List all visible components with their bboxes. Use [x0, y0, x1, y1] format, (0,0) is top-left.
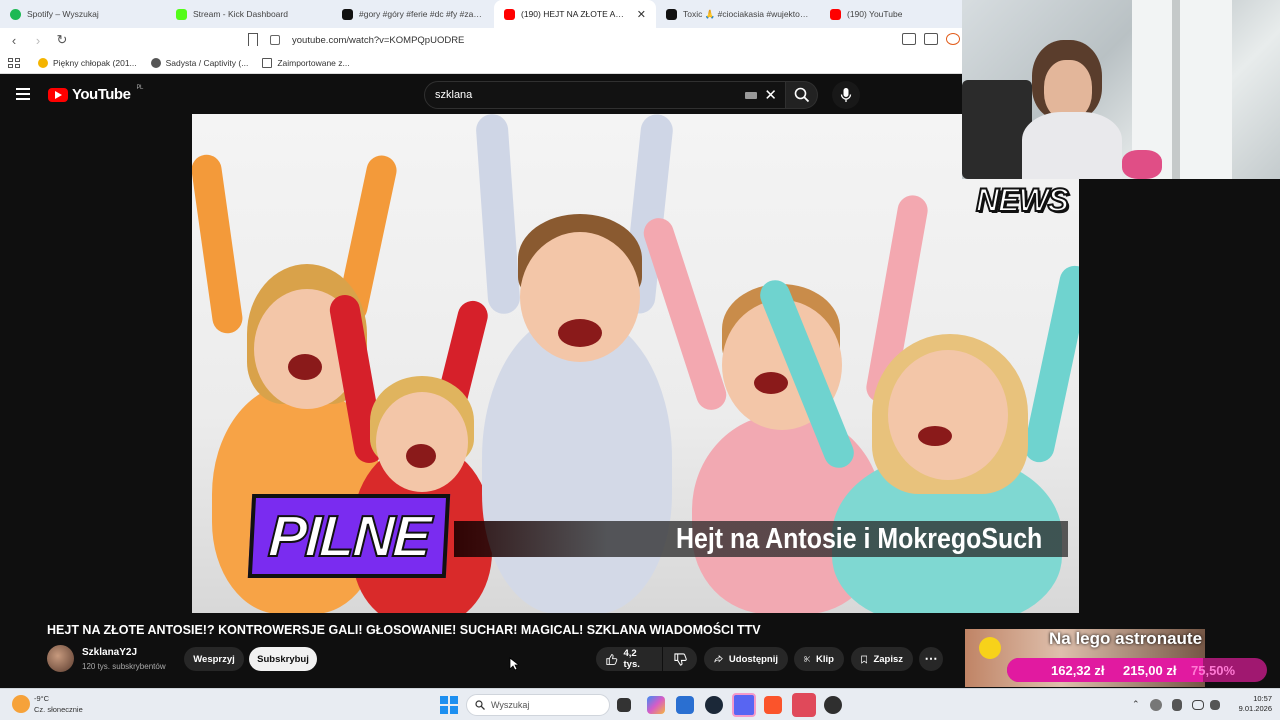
youtube-logo[interactable]: YouTube PL — [48, 85, 143, 103]
search-input[interactable]: szklana ✕ — [424, 81, 786, 109]
scissors-icon — [804, 656, 810, 662]
goal-target: 215,00 zł — [1123, 663, 1177, 678]
like-button[interactable]: 4,2 tys. — [596, 647, 662, 671]
share-arrow-icon — [714, 655, 723, 663]
ticker-bar: Hejt na Antosie i MokregoSuch — [454, 521, 1068, 557]
discord-icon[interactable] — [732, 693, 756, 717]
thumbs-down-icon — [673, 652, 687, 666]
site-info-icon[interactable] — [270, 35, 280, 45]
save-button[interactable]: Zapisz — [851, 647, 913, 671]
reload-icon[interactable]: ↻ — [52, 30, 72, 50]
windows-start-icon[interactable] — [440, 696, 458, 714]
tab-kick[interactable]: Stream - Kick Dashboard — [166, 0, 332, 28]
spotify-icon — [10, 8, 21, 20]
voice-search-button[interactable] — [832, 81, 860, 109]
back-icon[interactable]: ‹ — [4, 30, 24, 50]
video-player[interactable]: NEWS Hejt na Antosie i MokregoSuch PILNE — [192, 114, 1079, 613]
subscriber-count: 120 tys. subskrybentów — [82, 662, 166, 671]
thumbs-up-icon — [606, 653, 618, 665]
obs-icon[interactable] — [824, 696, 842, 714]
weather-icon[interactable] — [12, 695, 30, 713]
donation-goal-widget: Na lego astronaute 162,32 zł 215,00 zł 7… — [955, 629, 1275, 687]
ticker-text: Hejt na Antosie i MokregoSuch — [676, 523, 1043, 555]
windows-taskbar: -9°C Cz. słonecznie Wyszukaj ⌃ 10:57 9.0… — [0, 688, 1280, 720]
kick-icon — [176, 8, 187, 20]
bookmark-save-icon — [861, 655, 868, 664]
goal-current: 162,32 zł — [1051, 663, 1105, 678]
apps-grid-icon[interactable] — [8, 57, 20, 68]
tab-tiktok-1[interactable]: #gory #góry #ferie #dc #fy #zaręczy... — [332, 0, 494, 28]
bookmark-icon[interactable] — [248, 33, 258, 46]
bookmark-item[interactable]: Piękny chłopak (201... — [38, 57, 137, 68]
display-tray-icon[interactable] — [1192, 700, 1204, 710]
goal-percent: 75,50% — [1191, 663, 1236, 678]
keyboard-icon[interactable] — [745, 92, 757, 99]
forward-icon[interactable]: › — [28, 30, 48, 50]
webcam-overlay — [962, 0, 1280, 179]
emoji-sticker — [979, 637, 1001, 659]
task-view-icon[interactable] — [617, 698, 631, 712]
support-button[interactable]: Wesprzyj — [184, 647, 244, 671]
clear-search-icon[interactable]: ✕ — [764, 86, 777, 104]
url-field[interactable]: youtube.com/watch?v=KOMPQpUODRE — [270, 31, 960, 49]
globe-icon — [150, 57, 161, 68]
youtube-icon — [504, 8, 515, 20]
folder-icon — [262, 57, 273, 68]
search-icon — [475, 700, 485, 710]
browser-tab-bar: Spotify – Wyszukaj Stream - Kick Dashboa… — [0, 0, 962, 28]
dislike-button[interactable] — [663, 647, 697, 671]
youtube-play-icon — [48, 87, 68, 102]
video-title: HEJT NA ZŁOTE ANTOSIE!? KONTROWERSJE GAL… — [47, 623, 761, 637]
volume-tray-icon[interactable] — [1210, 700, 1220, 710]
youtube-header: YouTube PL szklana ✕ — [0, 76, 962, 114]
clip-button[interactable]: Klip — [794, 647, 844, 671]
bookmark-item[interactable]: Sadysta / Captivity (... — [150, 57, 248, 68]
channel-name[interactable]: SzklanaY2J — [82, 647, 137, 658]
address-bar-row: ‹ › ↻ youtube.com/watch?v=KOMPQpUODRE — [0, 28, 962, 52]
steam-icon[interactable] — [705, 696, 723, 714]
share-icon[interactable] — [924, 33, 938, 45]
taskbar-search[interactable]: Wyszukaj — [466, 694, 610, 716]
pilne-banner: PILNE — [247, 494, 451, 578]
emoji-icon — [38, 57, 48, 68]
menu-icon[interactable] — [16, 88, 30, 100]
close-tab-icon[interactable]: ✕ — [637, 8, 646, 21]
network-tray-icon[interactable] — [1150, 699, 1162, 711]
copilot-icon[interactable] — [647, 696, 665, 714]
more-actions-icon[interactable]: ⋯ — [919, 647, 943, 671]
subscribe-button[interactable]: Subskrybuj — [249, 647, 317, 671]
search-icon — [794, 87, 809, 103]
share-button[interactable]: Udostępnij — [704, 647, 788, 671]
microphone-icon — [840, 88, 852, 102]
bookmark-folder[interactable]: Zaimportowane z... — [262, 57, 350, 68]
goal-title: Na lego astronaute — [1049, 629, 1203, 648]
brave-icon[interactable] — [764, 696, 782, 714]
tab-youtube-video[interactable]: (190) HEJT NA ZŁOTE ANTOS... ✕ — [494, 0, 656, 28]
app-icon[interactable] — [792, 693, 816, 717]
news-badge: NEWS — [975, 181, 1070, 219]
tiktok-icon — [342, 8, 353, 20]
system-clock[interactable]: 10:57 9.01.2026 — [1239, 694, 1272, 714]
tab-spotify[interactable]: Spotify – Wyszukaj — [0, 0, 166, 28]
brave-shield-icon[interactable] — [946, 33, 960, 45]
youtube-icon — [830, 8, 841, 20]
search-button[interactable] — [786, 81, 818, 109]
tab-tiktok-2[interactable]: Toxic 🙏 #ciociakasia #wujektoxic #... — [656, 0, 820, 28]
mouse-cursor — [509, 657, 519, 671]
store-icon[interactable] — [676, 696, 694, 714]
cast-icon[interactable] — [902, 33, 916, 45]
tab-youtube-home[interactable]: (190) YouTube — [820, 0, 960, 28]
tiktok-icon — [666, 8, 677, 20]
mic-tray-icon[interactable] — [1172, 699, 1182, 711]
bookmarks-bar: Piękny chłopak (201... Sadysta / Captivi… — [0, 52, 962, 74]
channel-avatar[interactable] — [47, 645, 74, 672]
weather-widget[interactable]: -9°C Cz. słonecznie — [34, 693, 83, 715]
tray-chevron-icon[interactable]: ⌃ — [1132, 699, 1140, 710]
